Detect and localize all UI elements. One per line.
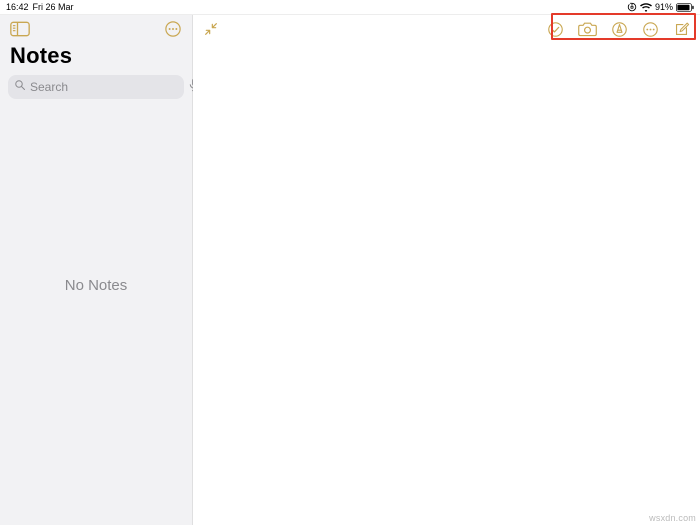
orientation-lock-icon xyxy=(627,2,637,12)
more-options-button[interactable] xyxy=(164,20,182,38)
note-canvas[interactable] xyxy=(193,15,700,525)
battery-icon xyxy=(676,3,694,12)
app: Notes No Notes xyxy=(0,14,700,525)
search-field[interactable] xyxy=(8,75,184,99)
checkmark-circle-icon xyxy=(547,21,564,38)
canvas-topbar xyxy=(193,15,700,43)
sidebar-toggle-icon xyxy=(10,21,30,37)
page-title: Notes xyxy=(0,43,192,75)
markup-button[interactable] xyxy=(611,21,628,38)
new-note-button[interactable] xyxy=(673,21,690,38)
status-date: Fri 26 Mar xyxy=(33,2,74,12)
arrows-collapse-icon xyxy=(203,21,219,37)
camera-icon xyxy=(578,21,597,37)
status-right: 91% xyxy=(627,2,694,12)
note-more-button[interactable] xyxy=(642,21,659,38)
checklist-button[interactable] xyxy=(547,21,564,38)
empty-notes-label: No Notes xyxy=(0,105,192,525)
collapse-button[interactable] xyxy=(203,21,219,37)
sidebar-toggle-button[interactable] xyxy=(10,21,30,37)
battery-percent: 91% xyxy=(655,2,673,12)
canvas-tools xyxy=(547,21,690,38)
ellipsis-circle-icon xyxy=(642,21,659,38)
compose-icon xyxy=(673,21,690,38)
pencil-tip-circle-icon xyxy=(611,21,628,38)
sidebar: Notes No Notes xyxy=(0,15,193,525)
wifi-icon xyxy=(640,3,652,12)
ellipsis-circle-icon xyxy=(164,20,182,38)
watermark: wsxdn.com xyxy=(649,513,696,523)
status-left: 16:42 Fri 26 Mar xyxy=(6,2,74,12)
status-bar: 16:42 Fri 26 Mar 91% xyxy=(0,0,700,14)
search-input[interactable] xyxy=(30,80,185,94)
sidebar-topbar xyxy=(0,15,192,43)
status-time: 16:42 xyxy=(6,2,29,12)
search-icon xyxy=(14,78,26,96)
camera-button[interactable] xyxy=(578,21,597,37)
